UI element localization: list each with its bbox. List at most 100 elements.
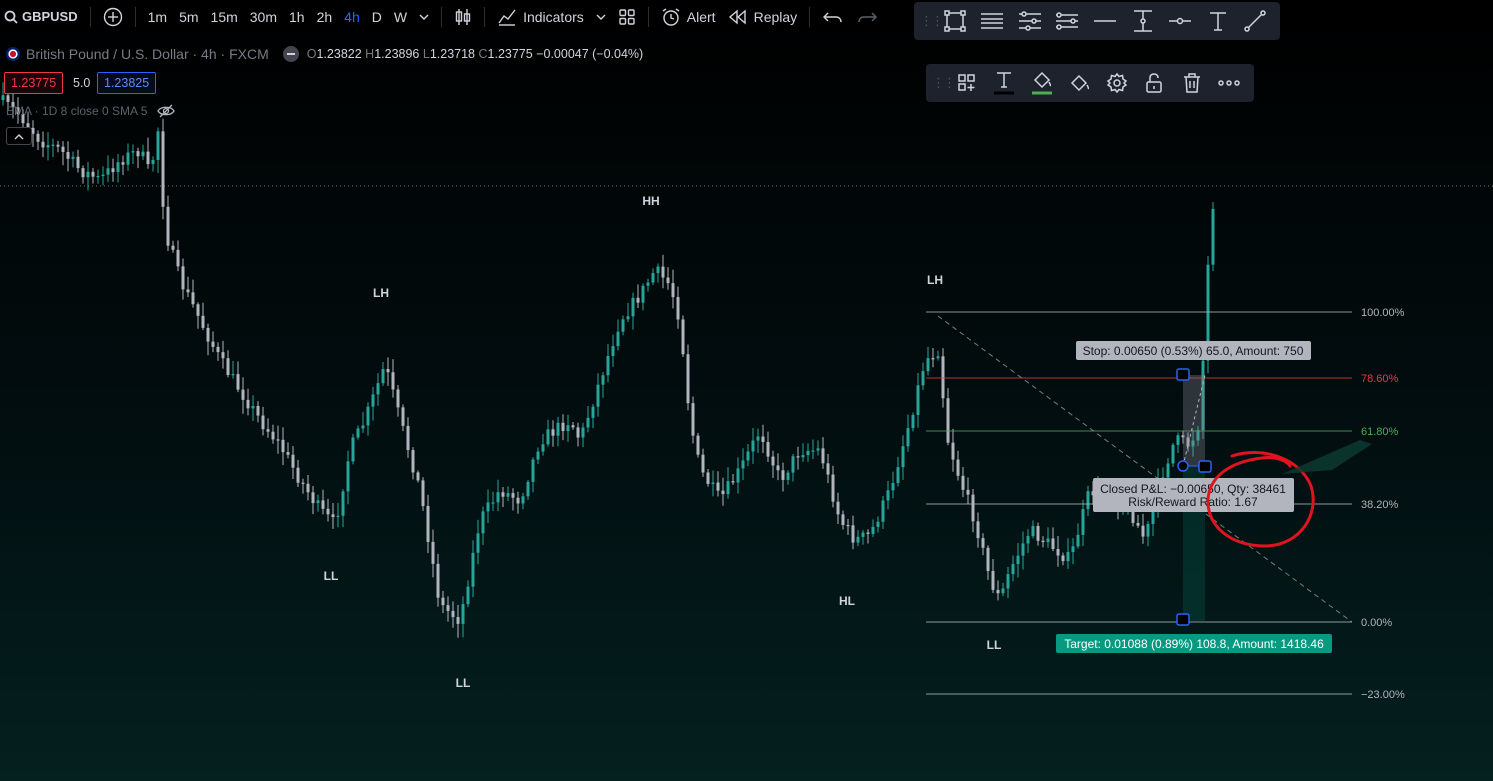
target-handle[interactable] xyxy=(1176,613,1190,626)
timeframe-1m-button[interactable]: 1m xyxy=(142,0,173,33)
text-tool[interactable] xyxy=(1199,2,1237,40)
swing-label-lh: LH xyxy=(927,273,943,287)
stop-handle[interactable] xyxy=(1176,368,1190,381)
candle-body xyxy=(351,437,355,462)
timeframe-15m-button[interactable]: 15m xyxy=(205,0,244,33)
layout-button[interactable] xyxy=(612,0,642,33)
alert-button[interactable]: Alert xyxy=(655,0,722,33)
timeframe-4h-button[interactable]: 4h xyxy=(338,0,366,33)
timeframe-dropdown-button[interactable] xyxy=(413,0,435,33)
entry-handle[interactable] xyxy=(1177,460,1189,472)
alert-label: Alert xyxy=(686,8,716,25)
sell-price-button[interactable]: 1.23775 xyxy=(4,72,64,94)
indicators-dropdown-button[interactable] xyxy=(590,0,612,33)
candle-body xyxy=(736,468,740,483)
timeframe-2h-button[interactable]: 2h xyxy=(311,0,339,33)
object-toolbar: ⋮⋮ xyxy=(926,64,1254,102)
redo-button[interactable] xyxy=(850,0,884,33)
settings-button[interactable] xyxy=(1098,64,1136,102)
chart-type-button[interactable] xyxy=(448,0,478,33)
candle-body xyxy=(1076,534,1080,547)
text-style-button[interactable] xyxy=(986,64,1024,102)
position-tool[interactable]: Stop: 0.00650 (0.53%) 65.0, Amount: 750 … xyxy=(1056,341,1332,653)
candle-body xyxy=(671,283,675,298)
line-color-button[interactable] xyxy=(1023,64,1061,102)
timeframe-1h-button[interactable]: 1h xyxy=(283,0,311,33)
trend-line-tool[interactable] xyxy=(1237,2,1275,40)
candle-body xyxy=(1141,525,1145,537)
horizontal-ray-tool[interactable] xyxy=(1086,2,1124,40)
delete-button[interactable] xyxy=(1173,64,1211,102)
timeframe-30m-button[interactable]: 30m xyxy=(244,0,283,33)
candle-body xyxy=(1,95,5,100)
candle-body xyxy=(316,500,320,504)
candle-body xyxy=(711,482,715,484)
undo-button[interactable] xyxy=(816,0,850,33)
candle-body xyxy=(226,358,230,375)
candle-body xyxy=(976,521,980,539)
lock-button[interactable] xyxy=(1136,64,1174,102)
candle-body xyxy=(301,482,305,484)
timeframe-d-button[interactable]: D xyxy=(366,0,388,33)
symbol-title[interactable]: British Pound / U.S. Dollar · 4h · FXCM xyxy=(26,46,269,62)
candle-body xyxy=(1071,546,1075,553)
candle-body xyxy=(446,605,450,611)
candle-body xyxy=(371,394,375,407)
redo-icon xyxy=(858,12,878,22)
pitchfork-tool[interactable] xyxy=(1011,2,1049,40)
rectangle-tool[interactable] xyxy=(936,2,974,40)
width-handle[interactable] xyxy=(1198,460,1212,473)
candle-body xyxy=(851,525,855,543)
compare-symbol-button[interactable] xyxy=(97,0,129,33)
candle-body xyxy=(891,483,895,491)
replay-button[interactable]: Replay xyxy=(722,0,804,33)
candle-body xyxy=(306,483,310,493)
price-chart[interactable]: 100.00% 78.60% 61.80% 38.20% 0.00% −23.00% St… xyxy=(0,0,1493,781)
parallel-lines-tool[interactable] xyxy=(974,2,1012,40)
timeframe-w-button[interactable]: W xyxy=(388,0,413,33)
candle-body xyxy=(56,144,60,147)
drag-handle-icon[interactable]: ⋮⋮ xyxy=(932,75,956,91)
minus-circle-icon[interactable] xyxy=(282,46,299,62)
symbol-search-button[interactable]: GBPUSD xyxy=(0,0,84,33)
timeframe-5m-button[interactable]: 5m xyxy=(173,0,204,33)
candle-body xyxy=(91,171,95,177)
candle-body xyxy=(1061,555,1065,562)
vertical-line-tool[interactable] xyxy=(1124,2,1162,40)
eye-hidden-icon[interactable] xyxy=(157,104,176,118)
candle-body xyxy=(811,450,815,452)
candle-body xyxy=(131,151,135,153)
spread-value: 5.0 xyxy=(73,76,91,90)
candle-body xyxy=(326,508,330,515)
buy-price-button[interactable]: 1.23825 xyxy=(97,72,157,94)
candle-body xyxy=(1176,435,1180,445)
rectangle-icon xyxy=(944,10,966,32)
candle-body xyxy=(966,489,970,495)
collapse-legend-button[interactable] xyxy=(6,127,32,145)
indicator-legend[interactable]: EMA · 1D 8 close 0 SMA 5 xyxy=(6,104,176,118)
trend-segment-tool[interactable] xyxy=(1161,2,1199,40)
ohlc-values: O1.23822 H1.23896 L1.23718 C1.23775 −0.0… xyxy=(307,47,643,61)
candle-body xyxy=(141,151,145,157)
candle-body xyxy=(1046,538,1050,543)
candle-body xyxy=(261,415,265,430)
candle-body xyxy=(571,425,575,428)
drag-handle-icon[interactable]: ⋮⋮ xyxy=(920,13,944,29)
more-button[interactable] xyxy=(1211,64,1249,102)
candle-body xyxy=(236,374,240,390)
indicators-button[interactable]: Indicators xyxy=(491,0,590,33)
candle-body xyxy=(871,526,875,534)
candle-body xyxy=(1166,463,1170,478)
candle-body xyxy=(486,502,490,512)
candle-body xyxy=(171,245,175,250)
fib-channel-tool[interactable] xyxy=(1049,2,1087,40)
candle-body xyxy=(76,156,80,169)
template-button[interactable] xyxy=(948,64,986,102)
candle-body xyxy=(861,532,865,537)
divider xyxy=(89,6,91,27)
candle-body xyxy=(1016,555,1020,565)
fill-button[interactable] xyxy=(1061,64,1099,102)
candle-body xyxy=(376,383,380,395)
candle-body xyxy=(561,422,565,432)
candle-body xyxy=(621,319,625,332)
